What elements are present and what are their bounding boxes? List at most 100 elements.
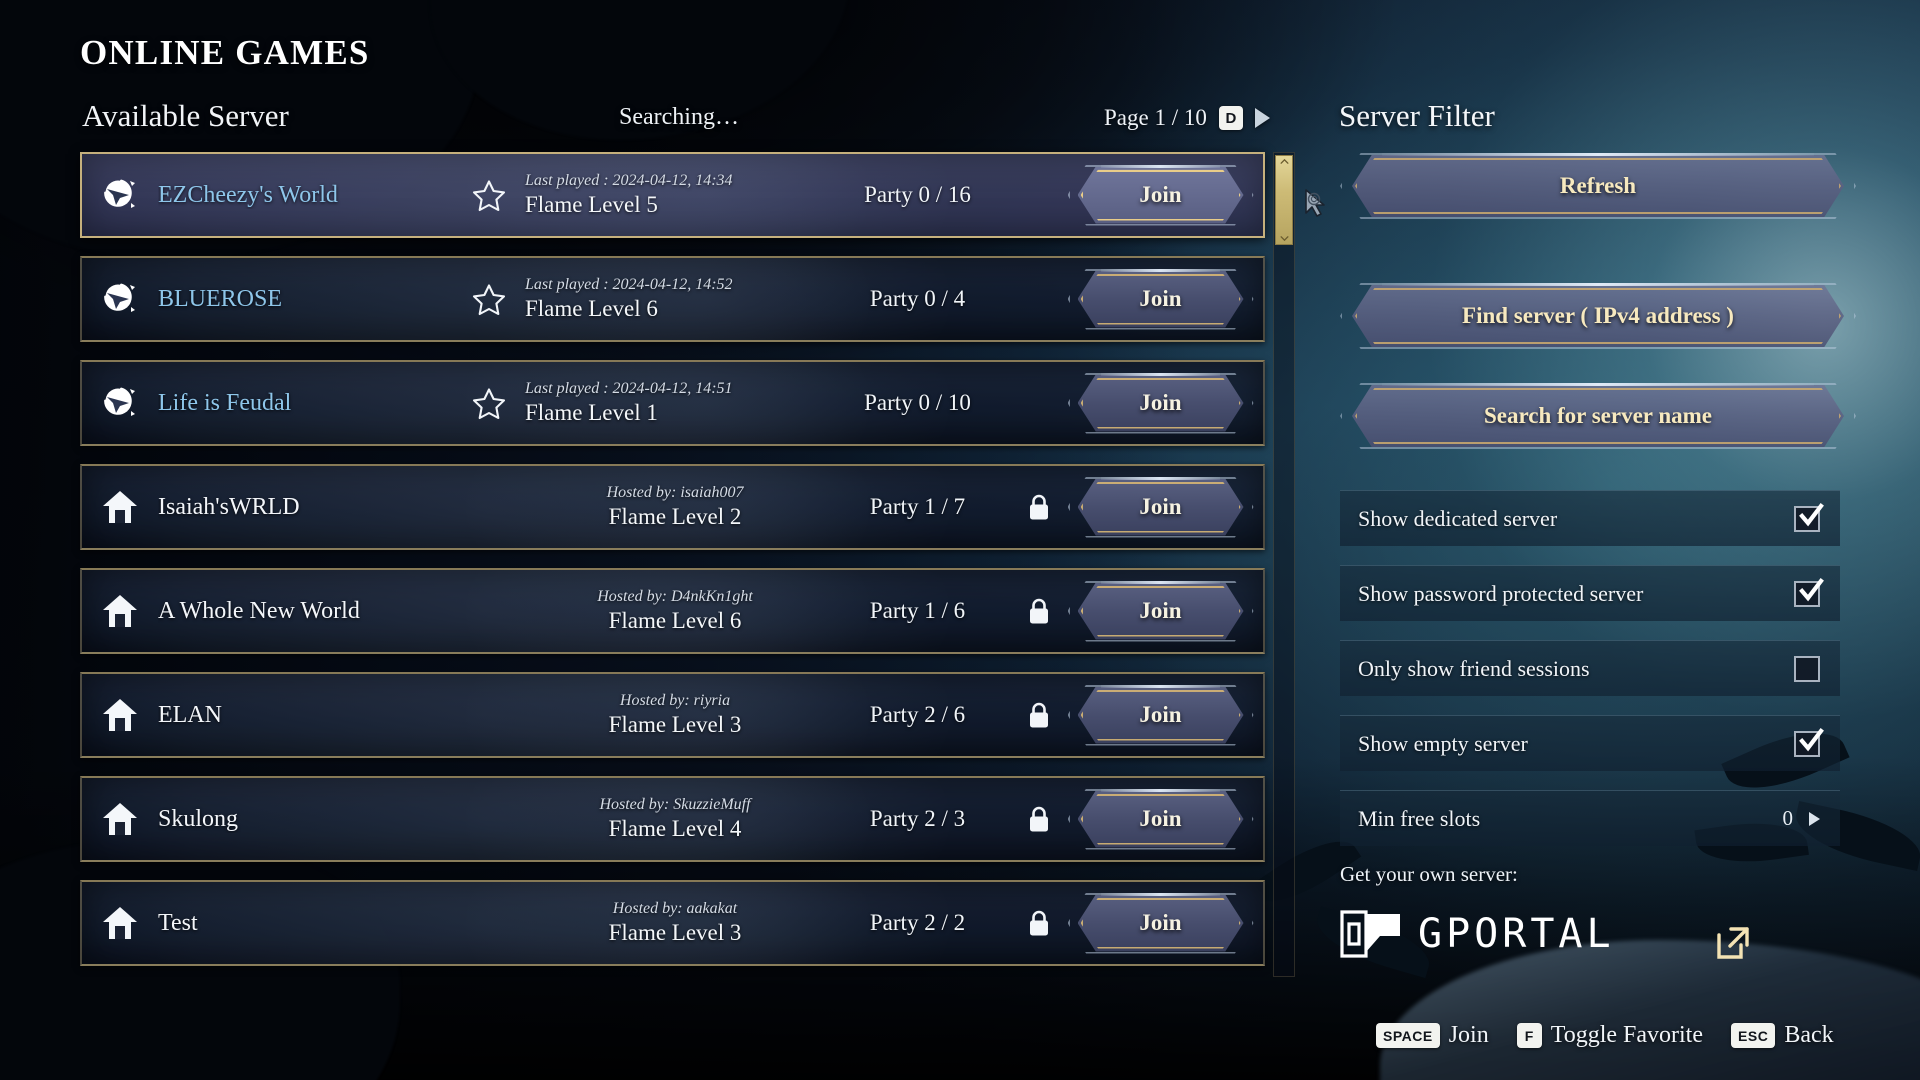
button-top-highlight [1100, 684, 1221, 688]
join-button[interactable]: Join [1067, 580, 1254, 642]
filter-show-password-protected-server[interactable]: Show password protected server [1340, 565, 1840, 621]
server-party-count: Party 0 / 4 [869, 286, 966, 311]
gportal-wordmark: GPORTAL [1418, 911, 1615, 957]
join-button[interactable]: Join [1067, 892, 1254, 954]
favorite-toggle[interactable] [453, 283, 525, 316]
server-row[interactable]: Skulong Hosted by: SkuzzieMuff Flame Level… [80, 776, 1265, 862]
filter-only-show-friend-sessions[interactable]: Only show friend sessions [1340, 640, 1840, 696]
server-type-icon [82, 903, 158, 943]
lock-icon [1027, 806, 1051, 833]
server-party-count: Party 1 / 7 [869, 494, 966, 519]
button-top-highlight [1100, 164, 1221, 168]
server-flame-level: Flame Level 2 [608, 503, 742, 529]
server-flame-level: Flame Level 1 [525, 399, 658, 425]
min-free-slots-stepper[interactable]: 0 [1782, 806, 1820, 831]
server-row[interactable]: A Whole New World Hosted by: D4nkKn1ght Fl… [80, 568, 1265, 654]
server-list: EZCheezy's World Last played : 2024-04-1… [80, 152, 1265, 984]
server-party-count: Party 2 / 6 [869, 702, 966, 727]
join-button-cell: Join [1067, 164, 1254, 226]
join-button-cell: Join [1067, 580, 1254, 642]
chevron-right-icon[interactable] [1254, 108, 1270, 128]
get-own-server-label: Get your own server: [1340, 862, 1518, 886]
lock-icon [1027, 598, 1051, 625]
join-button[interactable]: Join [1067, 476, 1254, 538]
button-top-highlight [1381, 383, 1815, 386]
join-button[interactable]: Join [1067, 372, 1254, 434]
house-icon [100, 487, 140, 527]
min-free-slots-value: 0 [1782, 806, 1794, 830]
scrollbar-thumb[interactable] [1275, 155, 1293, 245]
chevron-right-icon[interactable] [1809, 811, 1820, 826]
checkbox-only-show-friend-sessions[interactable] [1794, 655, 1820, 682]
external-link-icon [1716, 927, 1749, 959]
page-title: ONLINE GAMES [80, 33, 370, 72]
favorite-toggle[interactable] [453, 387, 525, 420]
filter-label: Min free slots [1358, 805, 1481, 831]
join-button[interactable]: Join [1067, 788, 1254, 850]
join-button[interactable]: Join [1067, 268, 1254, 330]
keybind-hint: ESC Back [1731, 1022, 1834, 1049]
server-filter-heading: Server Filter [1339, 98, 1495, 133]
server-row[interactable]: Test Hosted by: aakakat Flame Level 3 Party… [80, 880, 1265, 966]
gportal-logo: GPORTAL [1340, 910, 1615, 958]
filter-show-empty-server[interactable]: Show empty server [1340, 715, 1840, 771]
refresh-button[interactable]: Refresh [1340, 153, 1856, 219]
keybind-hint: SPACE Join [1376, 1022, 1489, 1049]
chevron-up-icon [1280, 159, 1288, 164]
server-name: Test [158, 909, 198, 936]
star-outline-icon[interactable] [472, 387, 506, 420]
checkbox-show-password-protected-server[interactable] [1794, 577, 1824, 607]
keybind-label: Back [1784, 1022, 1834, 1048]
server-name: EZCheezy's World [158, 181, 338, 208]
gportal-external-link-button[interactable] [1640, 912, 1825, 974]
server-row[interactable]: BLUEROSE Last played : 2024-04-12, 14:52… [80, 256, 1265, 342]
join-button[interactable]: Join [1067, 164, 1254, 226]
server-flame-level: Flame Level 6 [608, 607, 742, 633]
star-outline-icon[interactable] [472, 283, 506, 316]
filter-label: Show dedicated server [1358, 505, 1558, 531]
available-server-heading: Available Server [82, 98, 289, 133]
server-meta: Hosted by: D4nkKn1ght Flame Level 6 [525, 587, 825, 636]
star-outline-icon[interactable] [472, 179, 506, 212]
check-icon [1799, 577, 1824, 601]
filter-show-dedicated-server[interactable]: Show dedicated server [1340, 490, 1840, 546]
server-flame-level: Flame Level 6 [525, 295, 658, 321]
check-icon [1799, 727, 1824, 751]
find-server-ipv4-button[interactable]: Find server ( IPv4 address ) [1340, 283, 1856, 349]
search-server-name-button[interactable]: Search for server name [1340, 383, 1856, 449]
server-meta: Hosted by: riyria Flame Level 3 [525, 691, 825, 740]
server-row[interactable]: Life is Feudal Last played : 2024-04-12,… [80, 360, 1265, 446]
join-button-cell: Join [1067, 372, 1254, 434]
favorite-toggle[interactable] [453, 179, 525, 212]
server-party-count: Party 2 / 2 [869, 910, 966, 935]
join-button-label: Join [1139, 910, 1182, 935]
server-list-scrollbar[interactable] [1273, 152, 1295, 977]
join-button-cell: Join [1067, 268, 1254, 330]
join-button-label: Join [1139, 286, 1182, 311]
server-lock-indicator [1010, 598, 1068, 625]
server-type-icon [82, 487, 158, 527]
searching-status: Searching… [619, 104, 739, 130]
join-button[interactable]: Join [1067, 684, 1254, 746]
server-row[interactable]: ELAN Hosted by: riyria Flame Level 3 Party … [80, 672, 1265, 758]
server-row[interactable]: Isaiah'sWRLD Hosted by: isaiah007 Flame Le… [80, 464, 1265, 550]
lock-icon [1027, 702, 1051, 729]
server-lock-indicator [1010, 910, 1068, 937]
filter-min-free-slots[interactable]: Min free slots 0 [1340, 790, 1840, 846]
server-row[interactable]: EZCheezy's World Last played : 2024-04-1… [80, 152, 1265, 238]
checkbox-show-dedicated-server[interactable] [1794, 502, 1824, 532]
keybind-hint-bar: SPACE Join F Toggle Favorite ESC Back [1376, 1022, 1834, 1049]
server-party-count: Party 2 / 3 [869, 806, 966, 831]
server-meta-subtitle: Hosted by: isaiah007 [606, 483, 744, 501]
house-icon [100, 903, 140, 943]
checkbox-show-empty-server[interactable] [1794, 727, 1824, 757]
pagination: Page 1 / 10 D [1104, 105, 1270, 131]
server-meta-subtitle: Last played : 2024-04-12, 14:34 [525, 171, 733, 189]
filter-label: Show empty server [1358, 730, 1528, 756]
server-meta-subtitle: Last played : 2024-04-12, 14:52 [525, 275, 733, 293]
chevron-down-icon [1280, 236, 1288, 241]
next-page-keycap[interactable]: D [1218, 106, 1243, 130]
server-name: Skulong [158, 805, 239, 832]
search-server-name-button-label: Search for server name [1483, 403, 1713, 428]
server-name: ELAN [158, 701, 222, 728]
